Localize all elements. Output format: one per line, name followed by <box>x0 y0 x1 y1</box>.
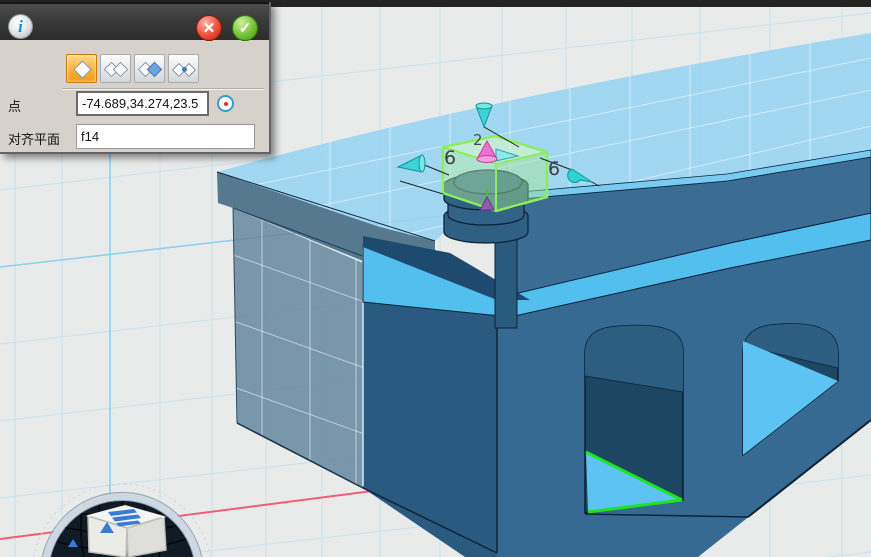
dim-label-right[interactable]: 6 <box>548 158 560 180</box>
mode-button-between-points[interactable] <box>168 54 199 83</box>
mode-button-point[interactable] <box>66 54 97 83</box>
dialog-titlebar[interactable]: i ✕ ✓ <box>0 2 269 40</box>
diamond-icon <box>113 62 129 78</box>
info-icon: i <box>8 14 33 39</box>
cancel-button[interactable]: ✕ <box>196 15 222 41</box>
align-plane-field-row: 对齐平面 <box>0 124 269 150</box>
blue-dot-icon <box>182 67 187 72</box>
point-picker-icon[interactable] <box>217 95 234 112</box>
point-coordinates-input[interactable] <box>76 91 209 116</box>
ok-button[interactable]: ✓ <box>232 15 258 41</box>
point-field-row: 点 <box>0 91 269 117</box>
dim-label-top[interactable]: 2 <box>473 131 483 149</box>
diamond-icon-blue <box>147 62 163 78</box>
toolbar-separator <box>62 88 264 90</box>
diamond-icon <box>73 60 91 78</box>
arch-opening-left[interactable] <box>585 326 683 513</box>
cad-application-window: 2 6 6 <box>0 0 871 557</box>
align-plane-input[interactable] <box>76 124 255 149</box>
mode-button-two-point[interactable] <box>100 54 131 83</box>
align-plane-field-label: 对齐平面 <box>8 129 60 148</box>
point-field-label: 点 <box>8 96 21 115</box>
mode-button-point-offset[interactable] <box>134 54 165 83</box>
point-mode-toolbar <box>66 54 199 83</box>
dim-label-left[interactable]: 6 <box>444 147 456 169</box>
point-input-dialog: i ✕ ✓ 点 对齐平面 <box>0 2 271 154</box>
